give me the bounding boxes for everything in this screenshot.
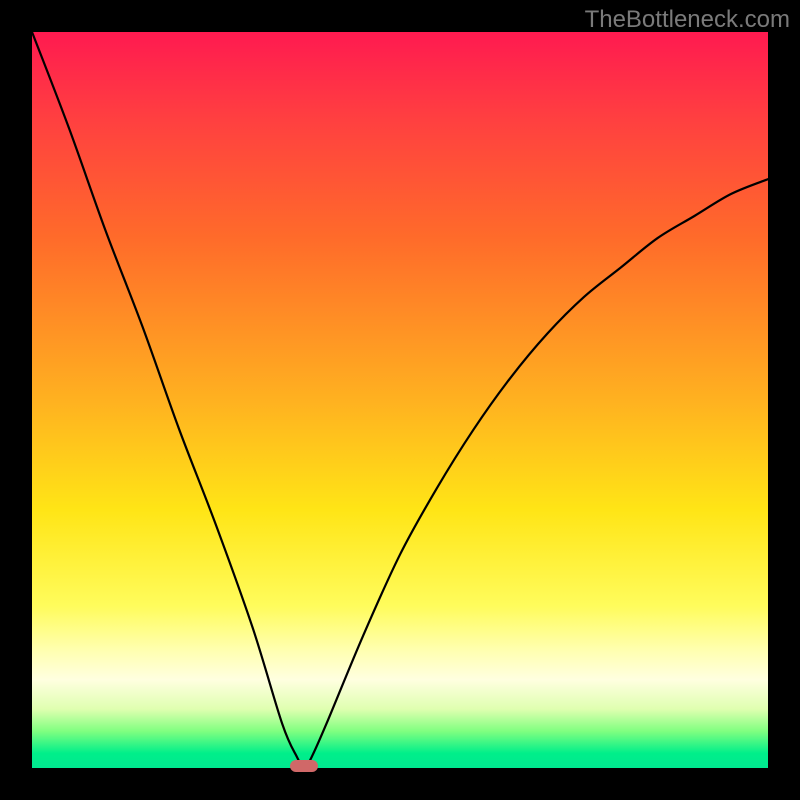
watermark-text: TheBottleneck.com	[585, 6, 790, 34]
plot-gradient-background	[32, 32, 768, 768]
chart-container: TheBottleneck.com	[0, 0, 800, 800]
optimal-point-marker	[290, 760, 318, 772]
